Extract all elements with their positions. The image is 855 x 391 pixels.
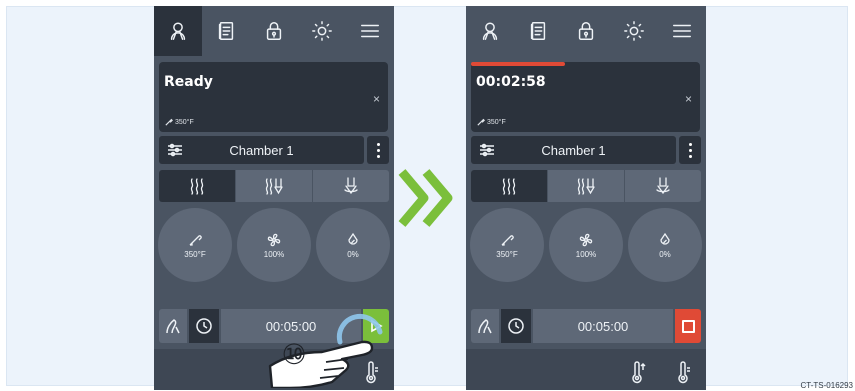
recipe-book-icon[interactable] (514, 6, 562, 56)
temperature-dial[interactable]: 350°F (158, 208, 232, 282)
stop-button[interactable] (675, 309, 701, 343)
chamber-selector[interactable]: Chamber 1 (159, 136, 364, 164)
probe-temperature-icon[interactable] (674, 361, 694, 385)
timer-mode-button[interactable] (501, 309, 531, 343)
humidity-dial[interactable]: 0% (316, 208, 390, 282)
bottom-bar (466, 349, 706, 390)
user-chef-icon[interactable] (154, 6, 202, 56)
timer-mode-button[interactable] (189, 309, 219, 343)
remaining-time: 00:02:58 (476, 74, 546, 90)
humidity-drop-icon (660, 232, 670, 245)
cook-progress-bar (471, 62, 565, 66)
cooking-mode-tabs (471, 170, 701, 202)
temperature-dial[interactable]: 350°F (470, 208, 544, 282)
tap-hand-icon: ⑩ (268, 313, 383, 388)
clock-icon (196, 318, 212, 334)
fan-speed-dial[interactable]: 100% (237, 208, 311, 282)
temperature-value: 350°F (496, 249, 518, 259)
clock-icon (508, 318, 524, 334)
brightness-icon[interactable] (610, 6, 658, 56)
chamber-selector[interactable]: Chamber 1 (471, 136, 676, 164)
probe-temperature-up-icon[interactable] (628, 361, 648, 385)
fan-icon (267, 233, 281, 246)
thermometer-icon (189, 234, 202, 246)
core-probe-button[interactable] (159, 309, 187, 343)
steam-icon[interactable] (625, 170, 701, 202)
step-number: ⑩ (281, 338, 306, 371)
chamber-label: Chamber 1 (229, 143, 294, 158)
cooking-mode-tabs (159, 170, 389, 202)
core-probe-button[interactable] (471, 309, 499, 343)
lock-icon[interactable] (562, 6, 610, 56)
recipe-book-icon[interactable] (202, 6, 250, 56)
status-title: Ready (164, 74, 213, 90)
stop-icon (681, 319, 695, 333)
top-nav-bar (154, 6, 394, 56)
chamber-label: Chamber 1 (541, 143, 606, 158)
target-temperature-value: 350°F (487, 118, 506, 126)
timer-row: 00:05:00 (471, 309, 701, 343)
fan-speed-value: 100% (575, 249, 597, 259)
humidity-value: 0% (659, 249, 671, 259)
double-chevron-icon (398, 169, 453, 227)
status-card: Ready × 350°F (159, 62, 388, 132)
fan-speed-value: 100% (263, 249, 285, 259)
parameter-dials: 350°F 100% 0% (154, 208, 394, 284)
close-icon[interactable]: × (373, 92, 380, 106)
close-icon[interactable]: × (685, 92, 692, 106)
steam-icon[interactable] (313, 170, 389, 202)
humidity-dial[interactable]: 0% (628, 208, 702, 282)
target-temperature-value: 350°F (175, 118, 194, 126)
oven-screen-running: 00:02:58 × 350°F Chamber 1 350°F 100% 0%… (466, 6, 706, 390)
probe-icon (165, 118, 173, 126)
humidity-value: 0% (347, 249, 359, 259)
brightness-icon[interactable] (298, 6, 346, 56)
parameter-dials: 350°F 100% 0% (466, 208, 706, 284)
convection-heat-icon[interactable] (159, 170, 236, 202)
thermometer-icon (501, 234, 514, 246)
fan-icon (579, 233, 593, 246)
convection-heat-icon[interactable] (471, 170, 548, 202)
humidity-drop-icon (348, 232, 358, 245)
target-temperature: 350°F (477, 118, 506, 126)
more-options-button[interactable] (367, 136, 389, 164)
probe-icon (477, 118, 485, 126)
combi-steam-icon[interactable] (236, 170, 313, 202)
temperature-value: 350°F (184, 249, 206, 259)
core-probe-icon (478, 319, 492, 334)
more-options-button[interactable] (679, 136, 701, 164)
core-probe-icon (166, 319, 180, 334)
status-card: 00:02:58 × 350°F (471, 62, 700, 132)
combi-steam-icon[interactable] (548, 170, 625, 202)
user-chef-icon[interactable] (466, 6, 514, 56)
lock-icon[interactable] (250, 6, 298, 56)
menu-icon[interactable] (658, 6, 706, 56)
top-nav-bar (466, 6, 706, 56)
fan-speed-dial[interactable]: 100% (549, 208, 623, 282)
target-temperature: 350°F (165, 118, 194, 126)
menu-icon[interactable] (346, 6, 394, 56)
timer-value[interactable]: 00:05:00 (533, 309, 673, 343)
figure-reference: CT-TS-016293 (800, 381, 853, 390)
